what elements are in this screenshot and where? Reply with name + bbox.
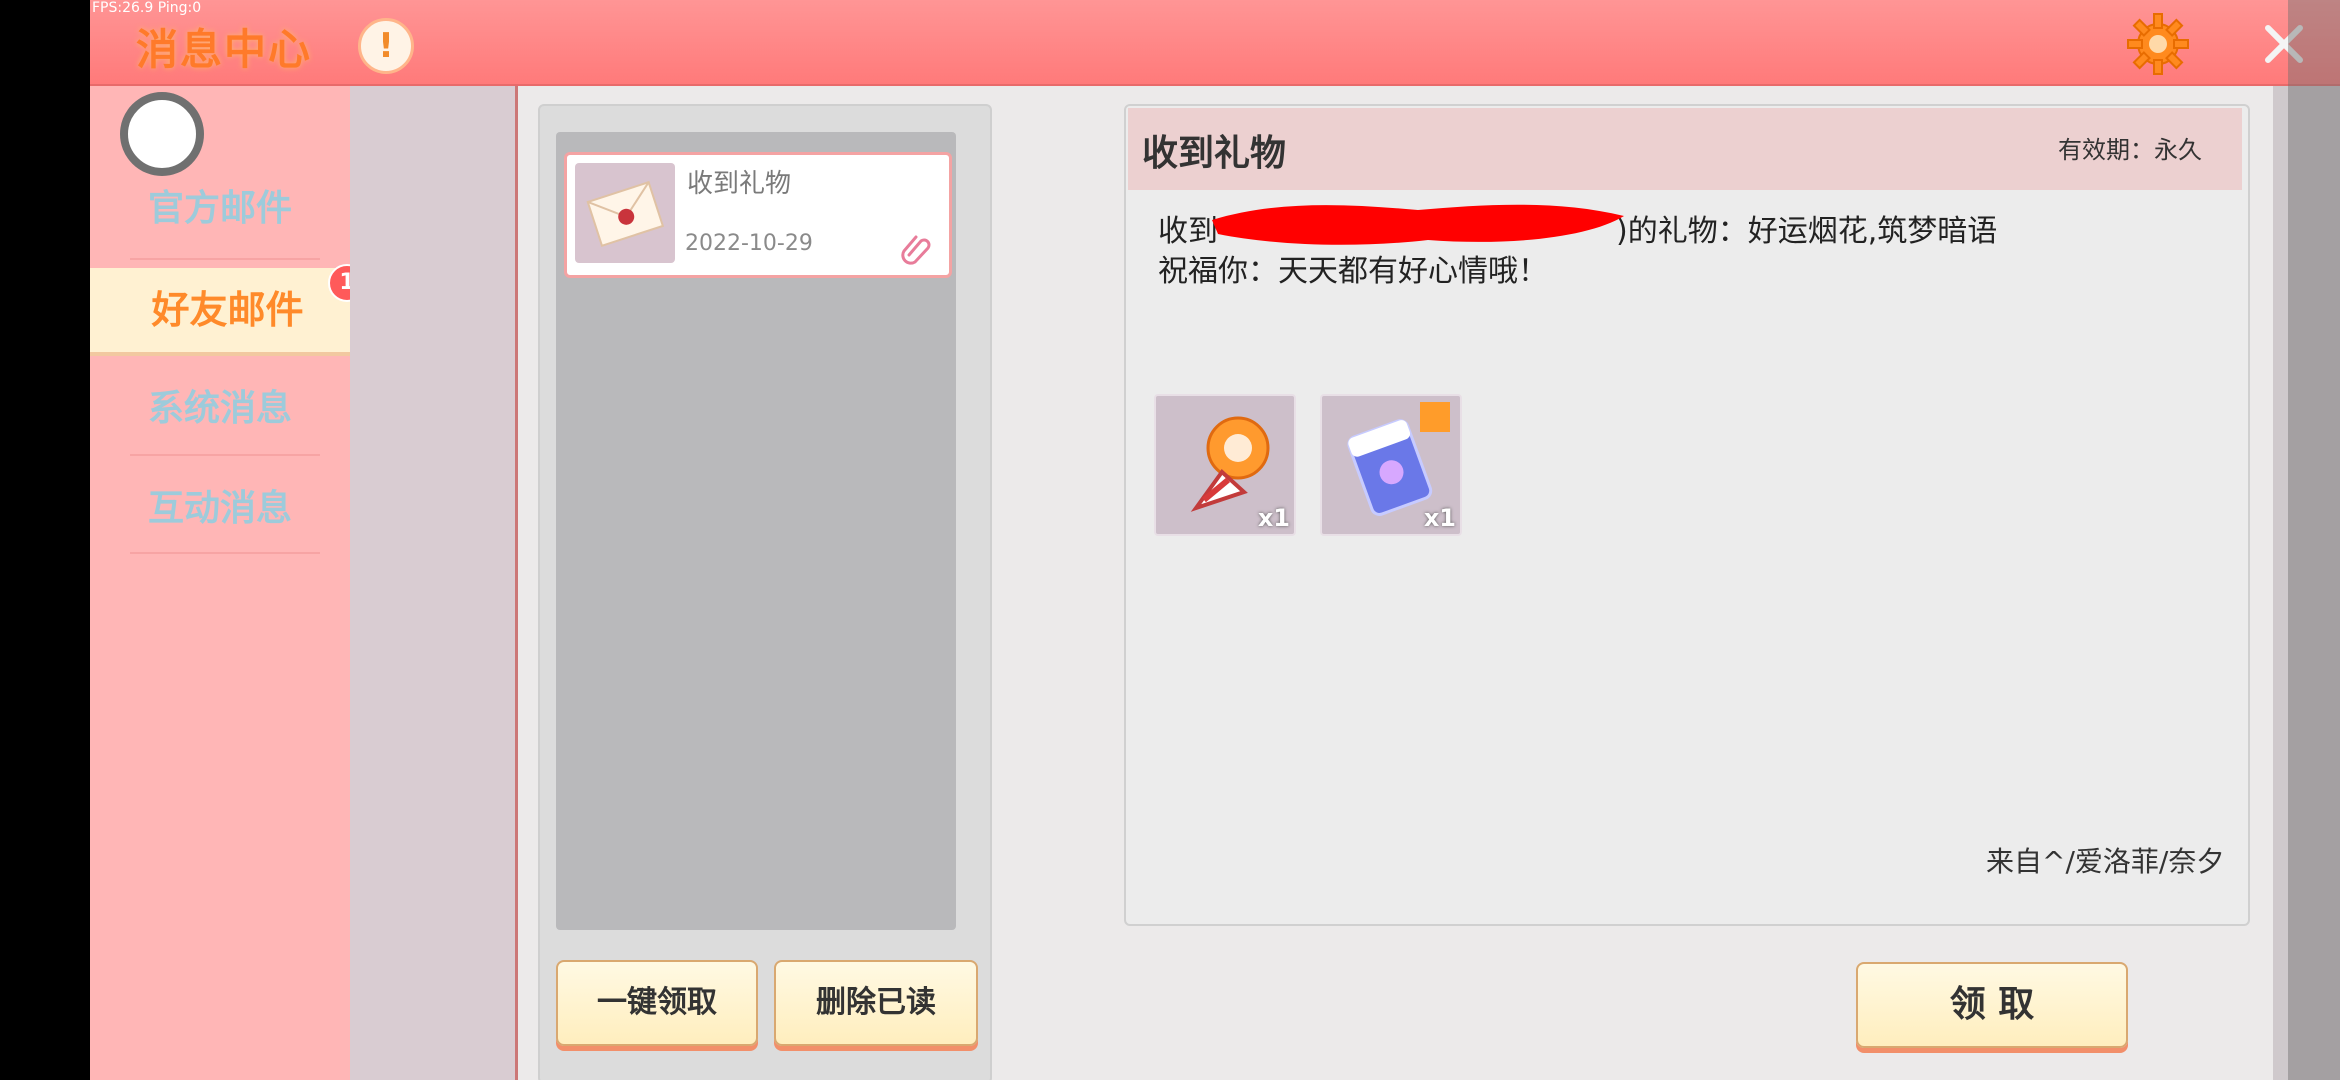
fps-overlay: FPS:26.9 Ping:0 xyxy=(92,0,202,16)
detail-title: 收到礼物 xyxy=(1142,133,1287,174)
validity-label: 有效期：永久 xyxy=(2058,136,2202,164)
sidebar-item-friend-mail[interactable]: 好友邮件 xyxy=(90,268,365,352)
alert-icon[interactable]: ! xyxy=(358,18,414,74)
sidebar-item-interaction-messages[interactable]: 互动消息 xyxy=(90,464,350,554)
divider xyxy=(130,258,320,260)
redaction-scribble xyxy=(1212,204,1624,245)
mail-date: 2022-10-29 xyxy=(685,231,813,256)
sidebar-item-official-mail[interactable]: 官方邮件 xyxy=(90,164,350,254)
mail-title: 收到礼物 xyxy=(687,169,792,199)
divider xyxy=(130,454,320,456)
delete-read-button[interactable]: 删除已读 xyxy=(774,960,978,1046)
body-gift-text: )的礼物：好运烟花,筑梦暗语 xyxy=(1616,214,1998,249)
sidebar-item-system-messages[interactable]: 系统消息 xyxy=(90,364,350,454)
system-nav-bar xyxy=(2288,0,2340,1080)
sidebar-item-label: 好友邮件 xyxy=(151,288,304,332)
page-title: 消息中心 xyxy=(136,25,313,74)
list-item[interactable]: 收到礼物 2022-10-29 xyxy=(564,152,952,278)
sender-label: 来自^/爱洛菲/奈夕 xyxy=(1986,845,2225,878)
top-bar: 消息中心 ! xyxy=(90,0,2340,86)
item-quantity: x1 xyxy=(1423,504,1456,532)
envelope-icon xyxy=(575,163,675,263)
body-line-2: 祝福你：天天都有好心情哦！ xyxy=(1158,254,1548,289)
claim-button[interactable]: 领 取 xyxy=(1856,962,2128,1048)
item-quantity: x1 xyxy=(1257,504,1290,532)
sidebar: 官方邮件 好友邮件 1 系统消息 互动消息 xyxy=(90,86,366,1080)
attachment-item[interactable]: x1 xyxy=(1154,394,1296,536)
game-screen: 消息中心 ! 官方邮件 好友邮件 1 系统消息 互动消息 收到礼物 2022-1… xyxy=(90,0,2340,1080)
gear-icon[interactable] xyxy=(2126,12,2190,76)
attachment-icon xyxy=(901,235,931,265)
claim-all-button[interactable]: 一键领取 xyxy=(556,960,758,1046)
attachment-item[interactable]: x1 xyxy=(1320,394,1462,536)
divider xyxy=(130,552,320,554)
